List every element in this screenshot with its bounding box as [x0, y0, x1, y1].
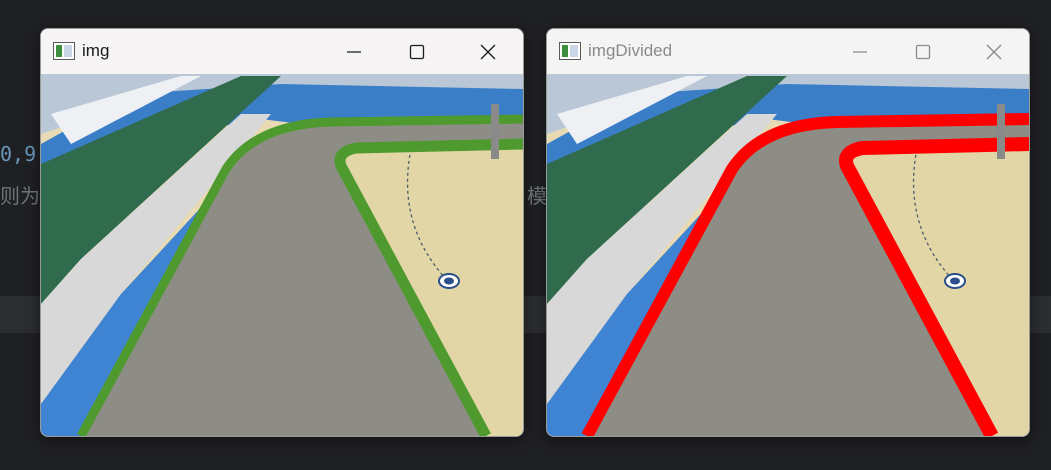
pole — [997, 104, 1005, 159]
camera-image — [41, 74, 523, 436]
img-divided-window[interactable]: imgDivided — [546, 28, 1030, 437]
pole — [491, 104, 499, 159]
minimize-button[interactable] — [837, 29, 883, 74]
minimize-icon — [347, 50, 361, 53]
close-icon — [986, 44, 1002, 59]
comment-fragment-right: 模 — [527, 184, 547, 208]
close-icon — [480, 44, 496, 59]
window-title: img — [82, 41, 110, 60]
minimize-icon — [853, 50, 867, 53]
maximize-button[interactable] — [900, 29, 946, 74]
comment-fragment-left: 则为 — [0, 184, 40, 208]
window-title: imgDivided — [588, 41, 673, 60]
marker-dot — [444, 277, 454, 285]
maximize-icon — [409, 44, 425, 59]
maximize-button[interactable] — [394, 29, 440, 74]
maximize-icon — [915, 44, 931, 59]
close-button[interactable] — [465, 29, 511, 74]
img-window-titlebar[interactable]: img — [41, 29, 523, 74]
opencv-window-icon — [53, 42, 75, 60]
code-fragment: 0,9 — [0, 142, 37, 166]
close-button[interactable] — [971, 29, 1017, 74]
opencv-window-icon — [559, 42, 581, 60]
segmented-image — [547, 74, 1029, 436]
img-window[interactable]: img — [40, 28, 524, 437]
img-divided-window-titlebar[interactable]: imgDivided — [547, 29, 1029, 74]
marker-dot — [950, 277, 960, 285]
minimize-button[interactable] — [331, 29, 377, 74]
